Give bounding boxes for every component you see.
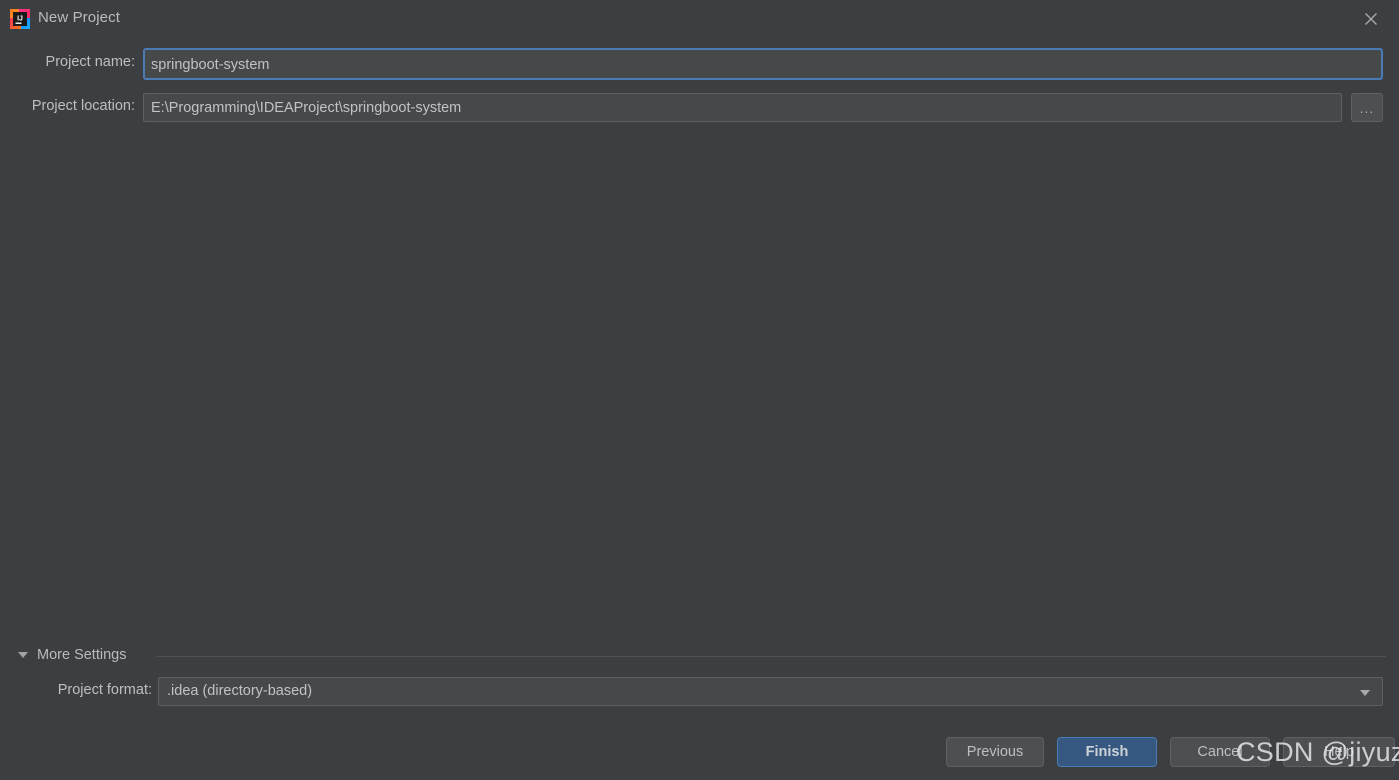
- cancel-button[interactable]: Cancel: [1170, 737, 1270, 767]
- dialog-title: New Project: [38, 9, 120, 26]
- project-format-dropdown[interactable]: .idea (directory-based): [158, 677, 1383, 706]
- help-button[interactable]: Help: [1283, 737, 1395, 767]
- section-divider: [156, 656, 1386, 657]
- dialog-titlebar: IJ New Project: [0, 0, 1399, 38]
- finish-button[interactable]: Finish: [1057, 737, 1157, 767]
- project-format-selected-value: .idea (directory-based): [167, 683, 313, 699]
- project-format-label: Project format:: [57, 682, 152, 698]
- more-settings-label: More Settings: [37, 647, 127, 663]
- ellipsis-icon: ...: [1359, 100, 1375, 116]
- close-icon[interactable]: [1352, 0, 1390, 38]
- project-name-input[interactable]: springboot-system: [143, 48, 1383, 80]
- browse-folder-button[interactable]: ...: [1351, 93, 1383, 122]
- svg-text:IJ: IJ: [17, 16, 23, 23]
- intellij-idea-logo-icon: IJ: [10, 9, 30, 29]
- project-name-label: Project name:: [45, 54, 135, 70]
- more-settings-section: More Settings: [0, 645, 1399, 667]
- triangle-down-icon: [18, 652, 28, 658]
- more-settings-toggle[interactable]: More Settings: [18, 647, 126, 663]
- project-location-label: Project location:: [31, 98, 135, 114]
- chevron-down-icon: [1360, 690, 1370, 696]
- previous-button[interactable]: Previous: [946, 737, 1044, 767]
- project-location-input[interactable]: E:\Programming\IDEAProject\springboot-sy…: [143, 93, 1342, 122]
